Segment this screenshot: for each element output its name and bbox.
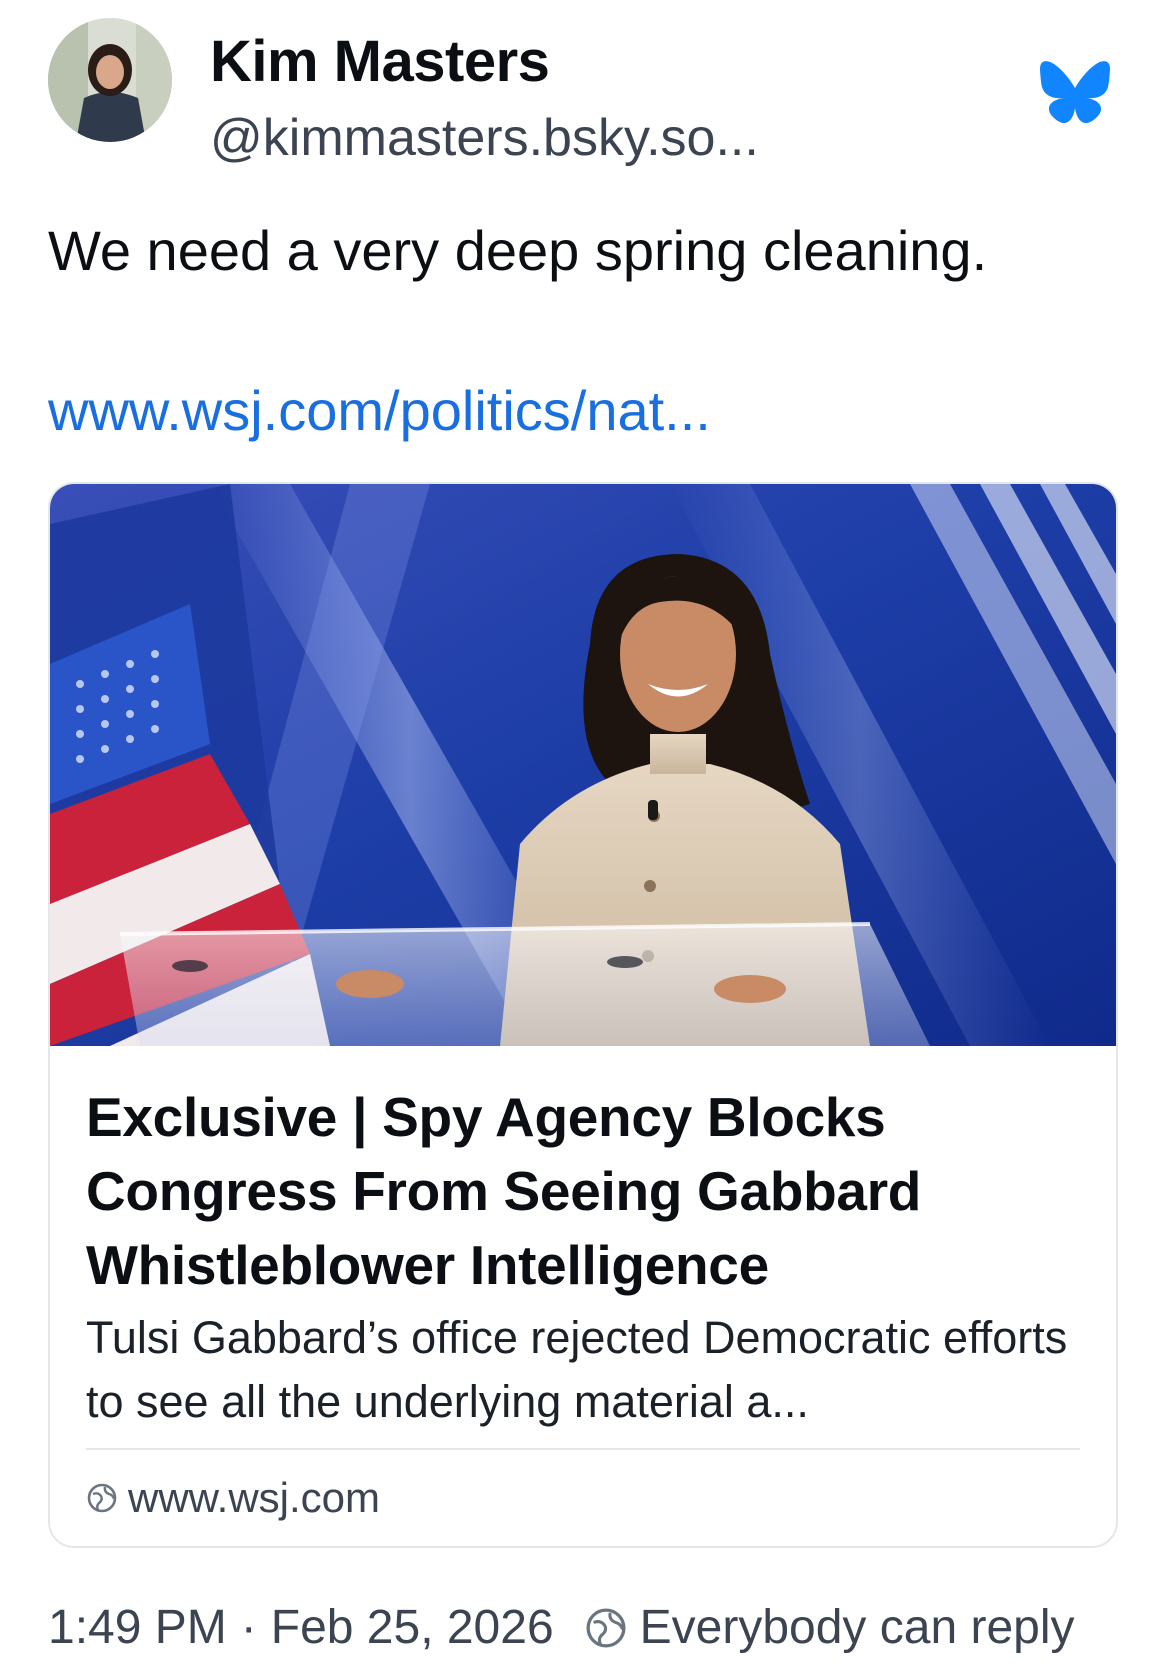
card-title[interactable]: Exclusive | Spy Agency Blocks Congress F… bbox=[86, 1080, 1046, 1302]
card-photo bbox=[50, 484, 1116, 1046]
footer-separator: · bbox=[240, 1601, 257, 1654]
card-domain: www.wsj.com bbox=[128, 1474, 381, 1521]
reply-settings-globe-icon[interactable] bbox=[584, 1606, 628, 1650]
card-domain-row: www.wsj.com bbox=[86, 1474, 380, 1522]
post-text: We need a very deep spring cleaning. bbox=[48, 219, 988, 282]
author-avatar[interactable] bbox=[48, 18, 172, 142]
card-divider bbox=[86, 1448, 1080, 1450]
post: Kim Masters @kimmasters.bsky.so... We ne… bbox=[0, 0, 1170, 1678]
post-time: 1:49 PM bbox=[48, 1601, 227, 1654]
avatar-photo bbox=[48, 18, 172, 142]
bluesky-butterfly-icon[interactable] bbox=[1038, 60, 1112, 126]
globe-icon bbox=[87, 1483, 117, 1513]
link-preview-card[interactable]: Exclusive | Spy Agency Blocks Congress F… bbox=[48, 482, 1118, 1548]
post-date: Feb 25, 2026 bbox=[270, 1601, 554, 1654]
card-description: Tulsi Gabbard’s office rejected Democrat… bbox=[86, 1312, 1068, 1427]
post-link[interactable]: www.wsj.com/politics/nat... bbox=[48, 378, 711, 443]
author-handle[interactable]: @kimmasters.bsky.so... bbox=[210, 108, 759, 168]
reply-setting[interactable]: Everybody can reply bbox=[640, 1600, 1075, 1655]
card-image bbox=[50, 484, 1116, 1046]
author-display-name[interactable]: Kim Masters bbox=[210, 28, 550, 95]
post-footer: 1:49 PM · Feb 25, 2026 Everybody can rep… bbox=[48, 1600, 1075, 1655]
